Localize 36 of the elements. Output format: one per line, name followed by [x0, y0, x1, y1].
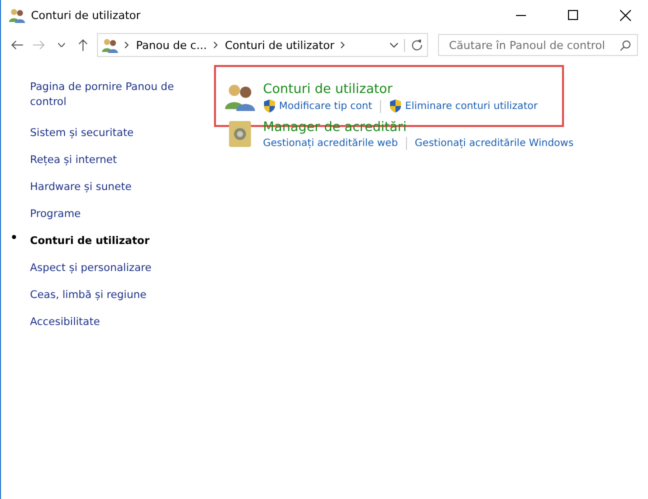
task-link[interactable]: Gestionați acreditările web: [263, 138, 398, 149]
search-icon: [620, 40, 631, 50]
sidebar-link[interactable]: Aspect și personalizare: [30, 261, 152, 276]
sidebar-link[interactable]: Programe: [30, 207, 81, 222]
users-icon: [102, 37, 118, 53]
chevron-icon: [124, 41, 130, 49]
breadcrumb[interactable]: Conturi de utilizator: [224, 38, 334, 52]
sidebar-link[interactable]: Rețea și internet: [30, 153, 117, 168]
back-arrow-icon[interactable]: [11, 40, 23, 50]
sidebar-link[interactable]: Sistem și securitate: [30, 126, 134, 141]
window-title: Conturi de utilizator: [31, 8, 142, 22]
sidebar-link[interactable]: Ceas, limbă și regiune: [30, 288, 146, 303]
sidebar-link[interactable]: Pagina de pornire Panou de control: [30, 80, 213, 110]
dropdown-icon[interactable]: [390, 42, 398, 48]
task-link[interactable]: Eliminare conturi utilizator: [389, 99, 538, 113]
task-link[interactable]: Gestionați acreditările Windows: [414, 138, 574, 149]
shield-icon: [263, 99, 276, 113]
chevron-icon: [212, 41, 219, 49]
users-icon: [9, 7, 25, 23]
minimize-icon[interactable]: [516, 14, 526, 16]
up-arrow-icon[interactable]: [78, 39, 88, 51]
task-link[interactable]: Modificare tip cont: [263, 99, 372, 113]
category-title[interactable]: Conturi de utilizator: [263, 81, 538, 99]
maximize-icon[interactable]: [568, 10, 578, 20]
shield-icon: [389, 99, 402, 113]
chevron-icon: [340, 41, 346, 49]
sidebar-link[interactable]: Hardware și sunete: [30, 180, 132, 195]
search-field[interactable]: Căutare în Panoul de control: [438, 34, 638, 56]
sidebar-link[interactable]: Conturi de utilizator: [30, 234, 150, 249]
close-icon[interactable]: [620, 10, 630, 20]
sidebar-link[interactable]: Accesibilitate: [30, 315, 100, 330]
refresh-icon[interactable]: [411, 39, 423, 51]
address-bar[interactable]: Panou de c... Conturi de utilizator: [97, 33, 428, 57]
bullet-icon: [12, 235, 16, 239]
breadcrumb[interactable]: Panou de c...: [136, 38, 207, 52]
caret-icon[interactable]: [58, 43, 64, 47]
